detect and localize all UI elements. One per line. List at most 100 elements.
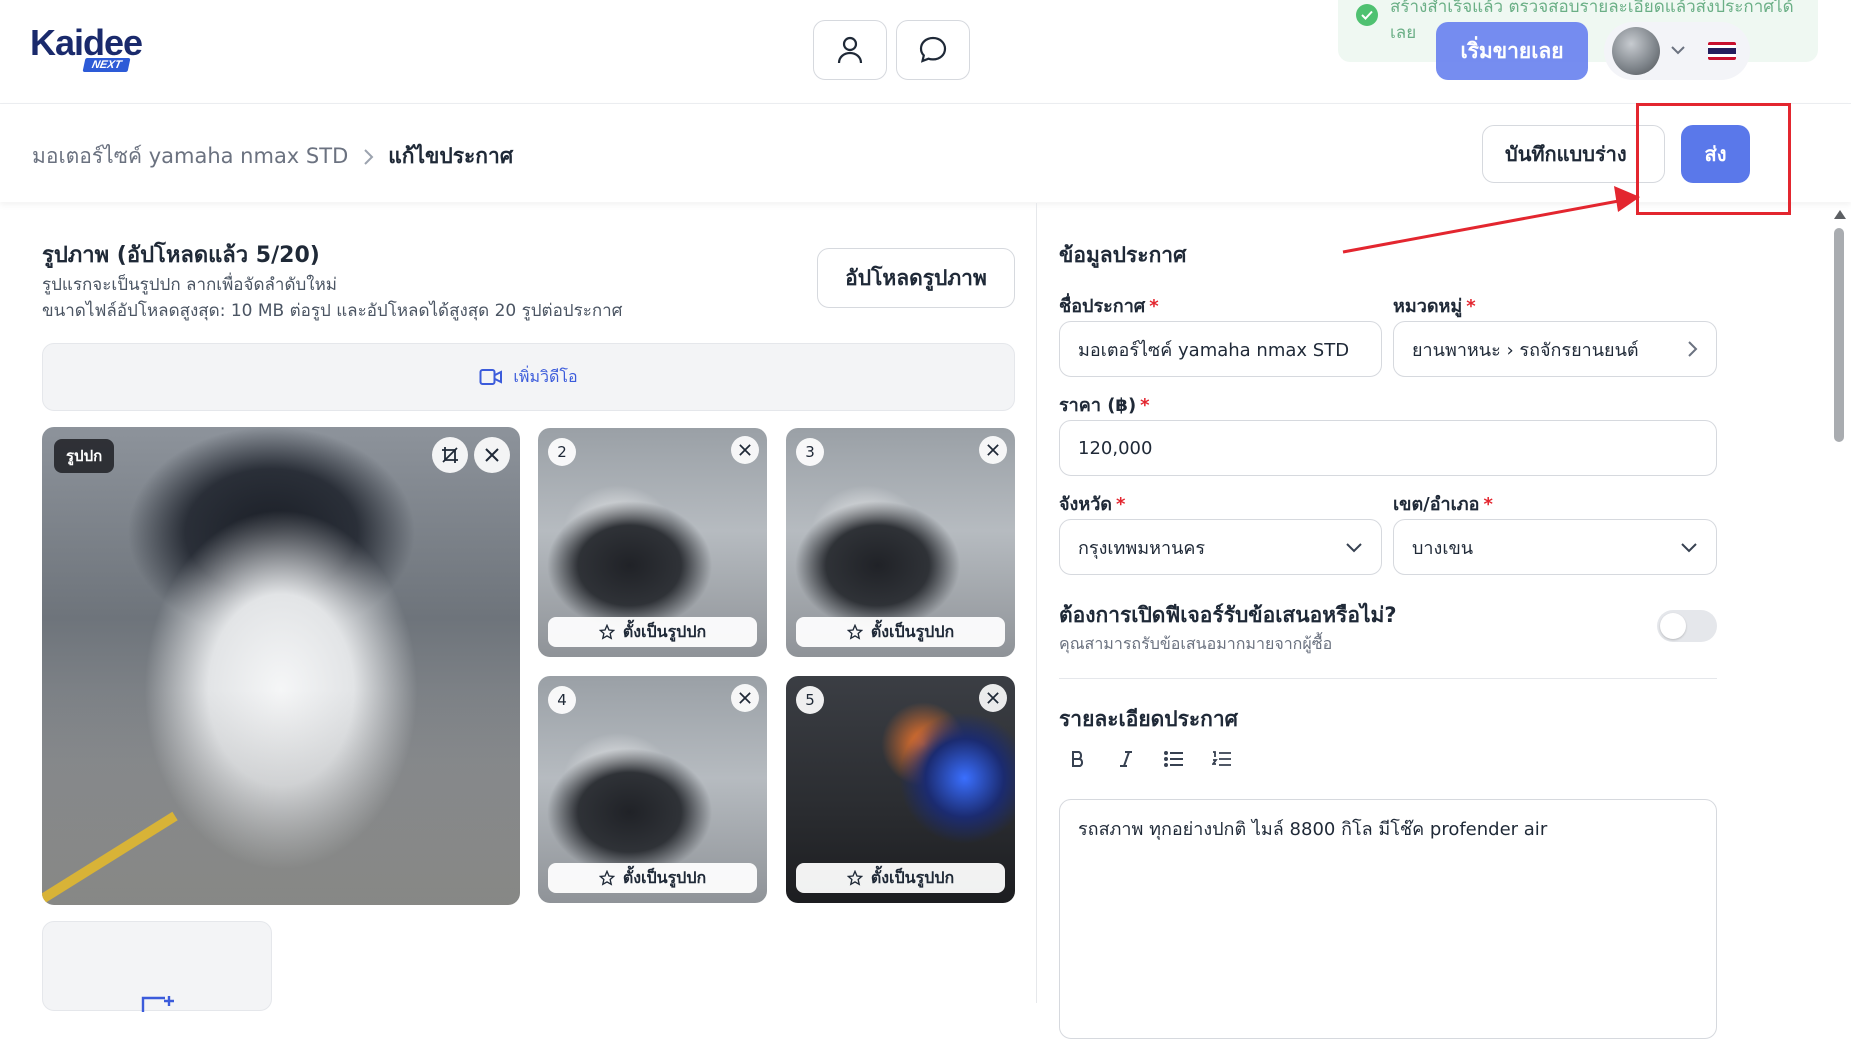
set-cover-button[interactable]: ตั้งเป็นรูปปก bbox=[548, 617, 757, 647]
scroll-up-arrow-icon[interactable] bbox=[1834, 210, 1846, 219]
bold-button[interactable] bbox=[1067, 748, 1089, 770]
chat-button[interactable] bbox=[896, 20, 970, 80]
required-mark: * bbox=[1149, 296, 1159, 317]
photos-size-hint: ขนาดไฟล์อัปโหลดสูงสุด: 10 MB ต่อรูป และอ… bbox=[42, 301, 623, 321]
add-photo-tile[interactable] bbox=[42, 921, 272, 1012]
bullet-list-icon bbox=[1164, 751, 1183, 767]
district-value: บางเขน bbox=[1412, 537, 1474, 559]
star-icon bbox=[846, 624, 863, 640]
close-icon bbox=[987, 692, 999, 704]
star-icon bbox=[598, 870, 615, 886]
scroll-thumb[interactable] bbox=[1834, 228, 1844, 442]
scrollbar[interactable] bbox=[1832, 210, 1846, 1000]
listing-name-value: มอเตอร์ไซค์ yamaha nmax STD bbox=[1078, 339, 1350, 361]
numbered-list-icon bbox=[1212, 751, 1231, 766]
listing-form: ข้อมูลประกาศ ชื่อประกาศ * มอเตอร์ไซค์ yam… bbox=[1037, 203, 1851, 1039]
description-text: รถสภาพ ทุกอย่างปกติ ไมล์ 8800 กิโล มีโช๊… bbox=[1078, 819, 1548, 840]
photo-number: 3 bbox=[796, 438, 824, 466]
listing-name-input[interactable]: มอเตอร์ไซค์ yamaha nmax STD bbox=[1059, 321, 1382, 377]
numbered-list-button[interactable] bbox=[1211, 748, 1233, 770]
set-cover-button[interactable]: ตั้งเป็นรูปปก bbox=[796, 617, 1005, 647]
rich-text-toolbar bbox=[1067, 748, 1233, 770]
start-selling-button[interactable]: เริ่มขายเลย bbox=[1436, 22, 1588, 80]
thai-flag-icon[interactable] bbox=[1708, 42, 1736, 60]
set-cover-label: ตั้งเป็นรูปปก bbox=[870, 867, 955, 887]
chevron-down-icon bbox=[1681, 543, 1697, 553]
account-menu[interactable] bbox=[1604, 22, 1750, 80]
bold-icon bbox=[1072, 751, 1084, 767]
breadcrumb-bar: มอเตอร์ไซค์ yamaha nmax STD แก้ไขประกาศ … bbox=[0, 104, 1851, 202]
photos-hint: รูปแรกจะเป็นรูปปก ลากเพื่อจัดลำดับใหม่ bbox=[42, 275, 338, 295]
offer-title: ต้องการเปิดฟีเจอร์รับข้อเสนอหรือไม่? bbox=[1059, 603, 1397, 627]
photo-content bbox=[42, 811, 178, 905]
breadcrumb-current: แก้ไขประกาศ bbox=[388, 144, 514, 168]
category-value: ยานพาหนะ › รถจักรยานยนต์ bbox=[1412, 339, 1639, 361]
photo-number: 2 bbox=[548, 438, 576, 466]
italic-icon bbox=[1120, 751, 1132, 767]
breadcrumb: มอเตอร์ไซค์ yamaha nmax STD แก้ไขประกาศ bbox=[32, 140, 513, 173]
set-cover-button[interactable]: ตั้งเป็นรูปปก bbox=[796, 863, 1005, 893]
profile-button[interactable] bbox=[813, 20, 887, 80]
remove-photo-button[interactable] bbox=[979, 684, 1007, 712]
category-label: หมวดหมู่ * bbox=[1393, 291, 1476, 320]
photo-4[interactable]: 4 ตั้งเป็นรูปปก bbox=[538, 676, 767, 903]
close-icon bbox=[739, 692, 751, 704]
required-mark: * bbox=[1483, 494, 1493, 515]
bullet-list-button[interactable] bbox=[1163, 748, 1185, 770]
close-icon bbox=[485, 448, 499, 462]
set-cover-label: ตั้งเป็นรูปปก bbox=[622, 867, 707, 887]
photo-cover[interactable]: รูปปก bbox=[42, 427, 520, 905]
price-label-text: ราคา (฿) bbox=[1059, 395, 1137, 416]
photo-5[interactable]: 5 ตั้งเป็นรูปปก bbox=[786, 676, 1015, 903]
check-circle-icon bbox=[1356, 4, 1378, 26]
category-select[interactable]: ยานพาหนะ › รถจักรยานยนต์ bbox=[1393, 321, 1717, 377]
kaidee-logo[interactable]: Kaidee NEXT bbox=[30, 24, 160, 74]
top-header: Kaidee NEXT สร้างสำเร็จแล้ว ตรวจสอบรายละ… bbox=[0, 0, 1851, 104]
district-label: เขต/อำเภอ * bbox=[1393, 489, 1493, 518]
offer-toggle[interactable] bbox=[1657, 610, 1717, 642]
add-video-label: เพิ่มวิดีโอ bbox=[513, 366, 578, 386]
photo-number: 5 bbox=[796, 686, 824, 714]
chevron-right-icon bbox=[364, 148, 374, 165]
star-icon bbox=[598, 624, 615, 640]
star-icon bbox=[846, 870, 863, 886]
cover-badge: รูปปก bbox=[54, 439, 115, 473]
remove-photo-button[interactable] bbox=[979, 436, 1007, 464]
set-cover-button[interactable]: ตั้งเป็นรูปปก bbox=[548, 863, 757, 893]
remove-photo-button[interactable] bbox=[474, 437, 510, 473]
close-icon bbox=[987, 444, 999, 456]
annotation-highlight-box bbox=[1636, 103, 1791, 215]
photo-3[interactable]: 3 ตั้งเป็นรูปปก bbox=[786, 428, 1015, 657]
italic-button[interactable] bbox=[1115, 748, 1137, 770]
add-video-button[interactable]: เพิ่มวิดีโอ bbox=[42, 343, 1015, 411]
category-label-text: หมวดหมู่ bbox=[1393, 296, 1463, 317]
set-cover-label: ตั้งเป็นรูปปก bbox=[870, 621, 955, 641]
logo-wordmark: Kaidee bbox=[30, 22, 143, 63]
description-editor[interactable]: รถสภาพ ทุกอย่างปกติ ไมล์ 8800 กิโล มีโช๊… bbox=[1059, 799, 1717, 1039]
district-select[interactable]: บางเขน bbox=[1393, 519, 1717, 575]
price-label: ราคา (฿) * bbox=[1059, 390, 1150, 419]
name-label-text: ชื่อประกาศ bbox=[1059, 296, 1146, 317]
description-title: รายละเอียดประกาศ bbox=[1059, 707, 1238, 731]
chevron-down-icon bbox=[1346, 543, 1362, 553]
province-value: กรุงเทพมหานคร bbox=[1078, 537, 1206, 559]
photo-2[interactable]: 2 ตั้งเป็นรูปปก bbox=[538, 428, 767, 657]
province-select[interactable]: กรุงเทพมหานคร bbox=[1059, 519, 1382, 575]
remove-photo-button[interactable] bbox=[731, 436, 759, 464]
remove-photo-button[interactable] bbox=[731, 684, 759, 712]
chat-bubble-icon bbox=[919, 36, 947, 63]
price-input[interactable]: 120,000 bbox=[1059, 420, 1717, 476]
photos-title: รูปภาพ (อัปโหลดแล้ว 5/20) bbox=[42, 243, 320, 268]
province-label-text: จังหวัด bbox=[1059, 494, 1112, 515]
required-mark: * bbox=[1466, 296, 1476, 317]
breadcrumb-parent[interactable]: มอเตอร์ไซค์ yamaha nmax STD bbox=[32, 140, 348, 173]
crop-button[interactable] bbox=[432, 437, 468, 473]
toggle-knob bbox=[1660, 613, 1686, 639]
required-mark: * bbox=[1116, 494, 1126, 515]
required-mark: * bbox=[1140, 395, 1150, 416]
province-label: จังหวัด * bbox=[1059, 489, 1125, 518]
upload-photos-button[interactable]: อัปโหลดรูปภาพ bbox=[817, 248, 1015, 308]
photo-number: 4 bbox=[548, 686, 576, 714]
listing-info-title: ข้อมูลประกาศ bbox=[1059, 243, 1187, 267]
chevron-right-icon bbox=[1688, 341, 1698, 357]
